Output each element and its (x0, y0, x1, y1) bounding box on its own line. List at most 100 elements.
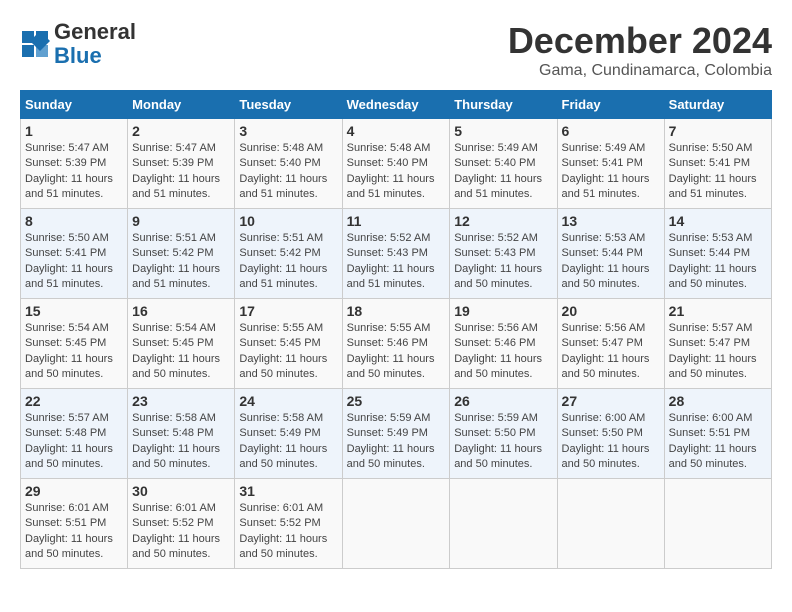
logo-text: General Blue (54, 20, 136, 68)
table-cell: 13 Sunrise: 5:53 AMSunset: 5:44 PMDaylig… (557, 209, 664, 299)
table-cell: 15 Sunrise: 5:54 AMSunset: 5:45 PMDaylig… (21, 299, 128, 389)
table-cell: 24 Sunrise: 5:58 AMSunset: 5:49 PMDaylig… (235, 389, 342, 479)
col-saturday: Saturday (664, 91, 771, 119)
day-number: 15 (25, 303, 123, 319)
logo-icon (20, 29, 50, 59)
day-info: Sunrise: 6:00 AMSunset: 5:51 PMDaylight:… (669, 411, 767, 473)
col-thursday: Thursday (450, 91, 557, 119)
day-number: 14 (669, 213, 767, 229)
col-monday: Monday (128, 91, 235, 119)
table-cell (664, 479, 771, 569)
day-info: Sunrise: 5:56 AMSunset: 5:47 PMDaylight:… (562, 321, 660, 383)
day-info: Sunrise: 5:48 AMSunset: 5:40 PMDaylight:… (239, 141, 337, 203)
col-friday: Friday (557, 91, 664, 119)
table-cell: 9 Sunrise: 5:51 AMSunset: 5:42 PMDayligh… (128, 209, 235, 299)
table-cell: 18 Sunrise: 5:55 AMSunset: 5:46 PMDaylig… (342, 299, 450, 389)
table-cell: 23 Sunrise: 5:58 AMSunset: 5:48 PMDaylig… (128, 389, 235, 479)
header-row: Sunday Monday Tuesday Wednesday Thursday… (21, 91, 772, 119)
day-number: 11 (347, 213, 446, 229)
day-info: Sunrise: 5:55 AMSunset: 5:45 PMDaylight:… (239, 321, 337, 383)
day-info: Sunrise: 6:01 AMSunset: 5:52 PMDaylight:… (239, 501, 337, 563)
table-cell (342, 479, 450, 569)
table-row: 22 Sunrise: 5:57 AMSunset: 5:48 PMDaylig… (21, 389, 772, 479)
day-number: 7 (669, 123, 767, 139)
table-cell: 17 Sunrise: 5:55 AMSunset: 5:45 PMDaylig… (235, 299, 342, 389)
table-cell: 3 Sunrise: 5:48 AMSunset: 5:40 PMDayligh… (235, 119, 342, 209)
col-sunday: Sunday (21, 91, 128, 119)
day-number: 16 (132, 303, 230, 319)
day-info: Sunrise: 5:51 AMSunset: 5:42 PMDaylight:… (132, 231, 230, 293)
day-number: 17 (239, 303, 337, 319)
table-cell: 29 Sunrise: 6:01 AMSunset: 5:51 PMDaylig… (21, 479, 128, 569)
day-info: Sunrise: 5:49 AMSunset: 5:41 PMDaylight:… (562, 141, 660, 203)
table-cell: 10 Sunrise: 5:51 AMSunset: 5:42 PMDaylig… (235, 209, 342, 299)
day-number: 10 (239, 213, 337, 229)
day-number: 24 (239, 393, 337, 409)
day-number: 13 (562, 213, 660, 229)
day-info: Sunrise: 5:52 AMSunset: 5:43 PMDaylight:… (347, 231, 446, 293)
table-cell: 12 Sunrise: 5:52 AMSunset: 5:43 PMDaylig… (450, 209, 557, 299)
header: General Blue December 2024 Gama, Cundina… (20, 20, 772, 80)
table-cell: 5 Sunrise: 5:49 AMSunset: 5:40 PMDayligh… (450, 119, 557, 209)
day-number: 21 (669, 303, 767, 319)
table-cell: 27 Sunrise: 6:00 AMSunset: 5:50 PMDaylig… (557, 389, 664, 479)
table-cell: 7 Sunrise: 5:50 AMSunset: 5:41 PMDayligh… (664, 119, 771, 209)
day-number: 18 (347, 303, 446, 319)
day-number: 4 (347, 123, 446, 139)
table-cell: 31 Sunrise: 6:01 AMSunset: 5:52 PMDaylig… (235, 479, 342, 569)
month-title: December 2024 (508, 20, 772, 62)
day-info: Sunrise: 5:58 AMSunset: 5:48 PMDaylight:… (132, 411, 230, 473)
table-cell: 22 Sunrise: 5:57 AMSunset: 5:48 PMDaylig… (21, 389, 128, 479)
day-number: 5 (454, 123, 552, 139)
col-tuesday: Tuesday (235, 91, 342, 119)
day-info: Sunrise: 5:50 AMSunset: 5:41 PMDaylight:… (25, 231, 123, 293)
day-info: Sunrise: 6:01 AMSunset: 5:52 PMDaylight:… (132, 501, 230, 563)
day-info: Sunrise: 5:55 AMSunset: 5:46 PMDaylight:… (347, 321, 446, 383)
table-cell: 19 Sunrise: 5:56 AMSunset: 5:46 PMDaylig… (450, 299, 557, 389)
calendar-table: Sunday Monday Tuesday Wednesday Thursday… (20, 90, 772, 569)
day-info: Sunrise: 5:47 AMSunset: 5:39 PMDaylight:… (132, 141, 230, 203)
day-info: Sunrise: 6:00 AMSunset: 5:50 PMDaylight:… (562, 411, 660, 473)
table-row: 29 Sunrise: 6:01 AMSunset: 5:51 PMDaylig… (21, 479, 772, 569)
day-number: 12 (454, 213, 552, 229)
table-cell: 21 Sunrise: 5:57 AMSunset: 5:47 PMDaylig… (664, 299, 771, 389)
day-info: Sunrise: 5:56 AMSunset: 5:46 PMDaylight:… (454, 321, 552, 383)
day-info: Sunrise: 5:54 AMSunset: 5:45 PMDaylight:… (25, 321, 123, 383)
col-wednesday: Wednesday (342, 91, 450, 119)
table-cell: 4 Sunrise: 5:48 AMSunset: 5:40 PMDayligh… (342, 119, 450, 209)
table-cell: 20 Sunrise: 5:56 AMSunset: 5:47 PMDaylig… (557, 299, 664, 389)
day-info: Sunrise: 5:54 AMSunset: 5:45 PMDaylight:… (132, 321, 230, 383)
day-info: Sunrise: 5:49 AMSunset: 5:40 PMDaylight:… (454, 141, 552, 203)
day-number: 3 (239, 123, 337, 139)
day-number: 30 (132, 483, 230, 499)
location-title: Gama, Cundinamarca, Colombia (508, 62, 772, 80)
day-number: 9 (132, 213, 230, 229)
day-info: Sunrise: 5:48 AMSunset: 5:40 PMDaylight:… (347, 141, 446, 203)
day-number: 27 (562, 393, 660, 409)
table-cell: 25 Sunrise: 5:59 AMSunset: 5:49 PMDaylig… (342, 389, 450, 479)
day-info: Sunrise: 5:53 AMSunset: 5:44 PMDaylight:… (669, 231, 767, 293)
logo: General Blue (20, 20, 136, 68)
day-number: 23 (132, 393, 230, 409)
day-info: Sunrise: 5:57 AMSunset: 5:48 PMDaylight:… (25, 411, 123, 473)
day-number: 29 (25, 483, 123, 499)
day-info: Sunrise: 5:58 AMSunset: 5:49 PMDaylight:… (239, 411, 337, 473)
day-number: 6 (562, 123, 660, 139)
day-number: 2 (132, 123, 230, 139)
table-row: 8 Sunrise: 5:50 AMSunset: 5:41 PMDayligh… (21, 209, 772, 299)
day-info: Sunrise: 6:01 AMSunset: 5:51 PMDaylight:… (25, 501, 123, 563)
table-cell: 1 Sunrise: 5:47 AMSunset: 5:39 PMDayligh… (21, 119, 128, 209)
day-number: 22 (25, 393, 123, 409)
table-cell (557, 479, 664, 569)
day-info: Sunrise: 5:47 AMSunset: 5:39 PMDaylight:… (25, 141, 123, 203)
table-cell: 14 Sunrise: 5:53 AMSunset: 5:44 PMDaylig… (664, 209, 771, 299)
day-info: Sunrise: 5:59 AMSunset: 5:50 PMDaylight:… (454, 411, 552, 473)
title-section: December 2024 Gama, Cundinamarca, Colomb… (508, 20, 772, 80)
day-info: Sunrise: 5:53 AMSunset: 5:44 PMDaylight:… (562, 231, 660, 293)
day-info: Sunrise: 5:57 AMSunset: 5:47 PMDaylight:… (669, 321, 767, 383)
table-cell (450, 479, 557, 569)
table-cell: 2 Sunrise: 5:47 AMSunset: 5:39 PMDayligh… (128, 119, 235, 209)
table-cell: 6 Sunrise: 5:49 AMSunset: 5:41 PMDayligh… (557, 119, 664, 209)
day-number: 31 (239, 483, 337, 499)
table-cell: 26 Sunrise: 5:59 AMSunset: 5:50 PMDaylig… (450, 389, 557, 479)
